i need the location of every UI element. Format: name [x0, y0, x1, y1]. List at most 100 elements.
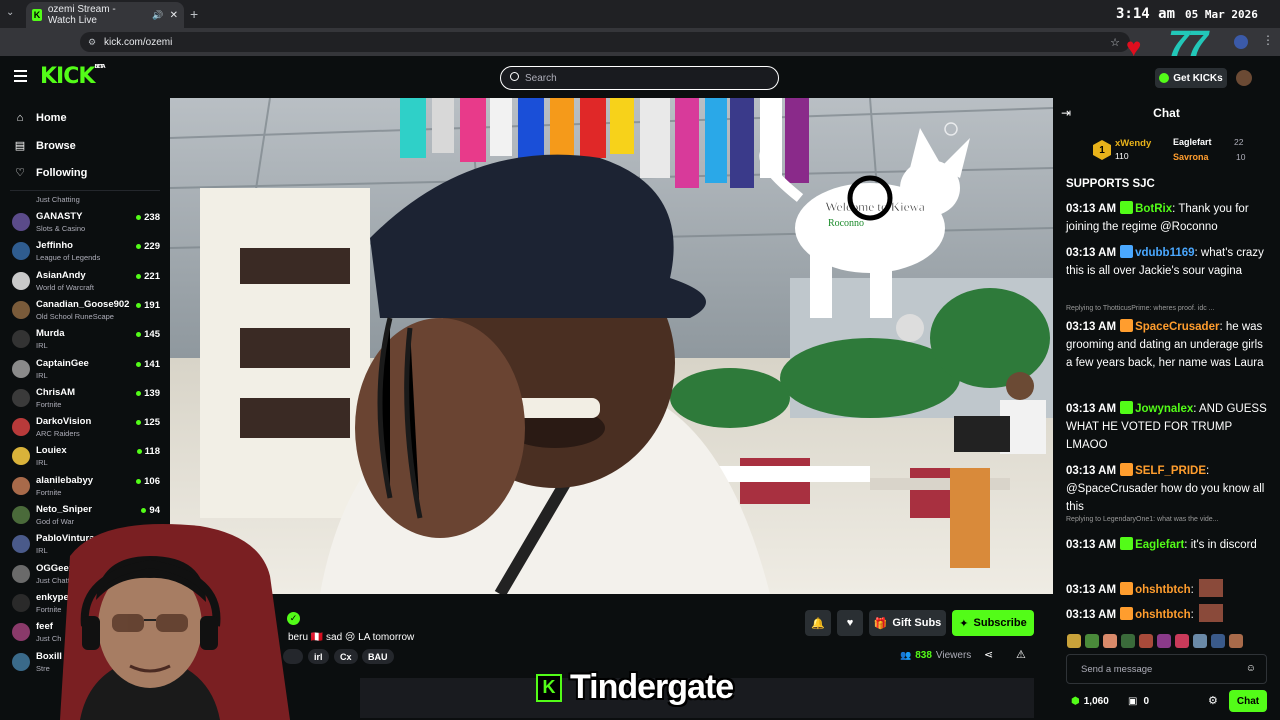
chat-timestamp: 03:13 AM — [1066, 247, 1117, 259]
sidebar-channel[interactable]: Louiex IRL 118 — [10, 442, 160, 470]
notification-bell-button[interactable]: 🔔 — [805, 610, 831, 636]
profile-avatar-icon[interactable] — [1234, 35, 1248, 49]
emote-strip — [1067, 634, 1267, 648]
emote-icon[interactable] — [1157, 634, 1171, 648]
speaker-icon[interactable]: 🔊 — [152, 10, 163, 21]
leader-name-2[interactable]: Eaglefart — [1173, 137, 1212, 147]
leader-name-3[interactable]: Savrona — [1173, 152, 1209, 162]
gift-subs-button[interactable]: 🎁 Gift Subs — [869, 610, 946, 636]
chat-username[interactable]: ohshtbtch — [1135, 609, 1191, 621]
channel-viewer-count-value: 139 — [144, 387, 160, 399]
chat-username[interactable]: Jowynalex — [1135, 403, 1193, 415]
channel-category: ARC Raiders — [36, 429, 80, 439]
report-icon[interactable]: ⚠ — [1016, 648, 1026, 661]
kick-favicon-icon: K — [32, 9, 42, 21]
chat-username[interactable]: SELF_PRIDE — [1135, 465, 1206, 477]
channel-viewer-count-value: 145 — [144, 329, 160, 341]
emote-icon[interactable] — [1193, 634, 1207, 648]
emote-icon[interactable] — [1121, 634, 1135, 648]
channel-viewer-count-value: 106 — [144, 475, 160, 487]
emoji-icon[interactable]: ☺ — [1246, 663, 1256, 674]
bookmark-star-icon[interactable]: ☆ — [1110, 36, 1120, 49]
chat-username[interactable]: SpaceCrusader — [1135, 321, 1219, 333]
emote-icon[interactable] — [1085, 634, 1099, 648]
sidebar-channel[interactable]: CaptainGee IRL 141 — [10, 355, 160, 383]
video-player[interactable]: Welcome to Kiewa Roconno — [170, 98, 1053, 594]
nav-following[interactable]: ♡ Following — [14, 166, 88, 180]
browser-menu-icon[interactable]: ⋮ — [1262, 33, 1274, 47]
leader-name-1[interactable]: xWendy — [1115, 138, 1151, 149]
viewer-count-value: 838 — [915, 650, 932, 661]
emote-icon[interactable] — [1103, 634, 1117, 648]
user-avatar[interactable] — [1236, 70, 1252, 86]
chat-username[interactable]: vdubb1169 — [1135, 247, 1194, 259]
get-kicks-button[interactable]: Get KICKs — [1155, 68, 1227, 88]
kicks-balance[interactable]: ⬢ 1,060 — [1071, 696, 1109, 707]
chat-leaderboard: 1 xWendy 110 Eaglefart 22 Savrona 10 — [1053, 132, 1280, 172]
emote-icon[interactable] — [1175, 634, 1189, 648]
nav-home[interactable]: ⌂ Home — [14, 112, 67, 124]
search-input[interactable]: Search — [500, 66, 779, 90]
kick-logo[interactable]: KICKBETA — [40, 64, 106, 89]
channel-category: Fortnite — [36, 399, 62, 409]
subscribe-button[interactable]: ✦ Subscribe — [952, 610, 1034, 636]
nav-browse[interactable]: ▤ Browse — [14, 139, 76, 153]
tag-irl[interactable]: irl — [308, 649, 329, 664]
chat-message: 03:13 AM ohshtbtch: — [1066, 604, 1271, 624]
new-tab-icon[interactable]: + — [190, 6, 198, 22]
follow-heart-button[interactable]: ♥ — [837, 610, 863, 636]
hamburger-menu-icon[interactable] — [14, 70, 27, 82]
chat-timestamp: 03:13 AM — [1066, 539, 1117, 551]
chat-message: 03:13 AM BotRix: Thank you for joining th… — [1066, 200, 1271, 236]
chat-send-button[interactable]: Chat — [1229, 690, 1267, 712]
chat-text: it's in discord — [1190, 539, 1257, 551]
share-icon[interactable]: ⋖ — [984, 648, 993, 661]
sidebar-channel[interactable]: DarkoVision ARC Raiders 125 — [10, 413, 160, 441]
tag-bau[interactable]: BAU — [362, 649, 394, 664]
chat-reply-preview[interactable]: Replying to ThotticusPrime: wheres proof… — [1066, 305, 1215, 312]
chat-timestamp: 03:13 AM — [1066, 203, 1117, 215]
channel-avatar — [12, 271, 30, 290]
browser-tab[interactable]: K ozemi Stream - Watch Live 🔊 ✕ — [26, 2, 184, 28]
bell-icon: 🔔 — [811, 617, 825, 630]
chat-reply-preview[interactable]: Replying to LegendaryOne1: what was the … — [1066, 516, 1219, 523]
video-welcome-sub: Roconno — [828, 218, 864, 229]
channel-viewer-count-value: 125 — [144, 417, 160, 429]
site-info-icon[interactable]: ⚙ — [88, 37, 96, 48]
sidebar-channel[interactable]: Jeffinho League of Legends 229 — [10, 237, 160, 265]
sidebar-channel[interactable]: Murda IRL 145 — [10, 325, 160, 353]
emote-icon[interactable] — [1139, 634, 1153, 648]
channel-category: World of Warcraft — [36, 282, 94, 292]
chat-timestamp: 03:13 AM — [1066, 465, 1117, 477]
emote-icon[interactable] — [1067, 634, 1081, 648]
chat-input[interactable]: Send a message ☺ — [1066, 654, 1267, 684]
chat-badge-icon — [1120, 463, 1134, 476]
chat-badge-icon — [1120, 582, 1134, 595]
video-welcome-text: Welcome to Kiewa — [825, 199, 925, 214]
chat-username[interactable]: Eaglefart — [1135, 539, 1184, 551]
tab-list-icon[interactable]: ⌄ — [6, 7, 14, 18]
sidebar-channel[interactable]: ChrisAM Fortnite 139 — [10, 384, 160, 412]
chat-username[interactable]: BotRix — [1135, 203, 1172, 215]
gifts-balance[interactable]: ▣ 0 — [1128, 696, 1149, 707]
chat-username[interactable]: ohshtbtch — [1135, 584, 1191, 596]
tab-title: ozemi Stream - Watch Live — [47, 4, 116, 26]
sidebar-channel[interactable]: GANASTY Slots & Casino 238 — [10, 208, 160, 236]
close-tab-icon[interactable]: ✕ — [170, 10, 178, 21]
channel-viewer-count-value: 229 — [144, 241, 160, 253]
clock-overlay: 3:14 am 05 Mar 2026 — [1116, 6, 1258, 22]
chat-message: 03:13 AM SpaceCrusader: he was grooming a… — [1066, 318, 1271, 372]
gift-box-icon: ▣ — [1128, 696, 1138, 707]
sidebar-channel[interactable]: Canadian_Goose902 Old School RuneScape 191 — [10, 296, 160, 324]
tag-cx[interactable]: Cx — [334, 649, 358, 664]
kicks-count: 1,060 — [1083, 696, 1109, 707]
emote-icon[interactable] — [1229, 634, 1243, 648]
browser-tab-bar: ⌄ K ozemi Stream - Watch Live 🔊 ✕ + — [0, 0, 1280, 28]
emote-icon[interactable] — [1211, 634, 1225, 648]
nav-following-label: Following — [36, 166, 88, 179]
sidebar-channel[interactable]: AsianAndy World of Warcraft 221 — [10, 267, 160, 295]
gift-subs-label: Gift Subs — [892, 617, 942, 629]
url-field[interactable]: ⚙ kick.com/ozemi ☆ — [80, 32, 1130, 52]
sidebar-channel[interactable]: alanilebabyy Fortnite 106 — [10, 472, 160, 500]
chat-settings-icon[interactable]: ⚙ — [1208, 694, 1218, 707]
